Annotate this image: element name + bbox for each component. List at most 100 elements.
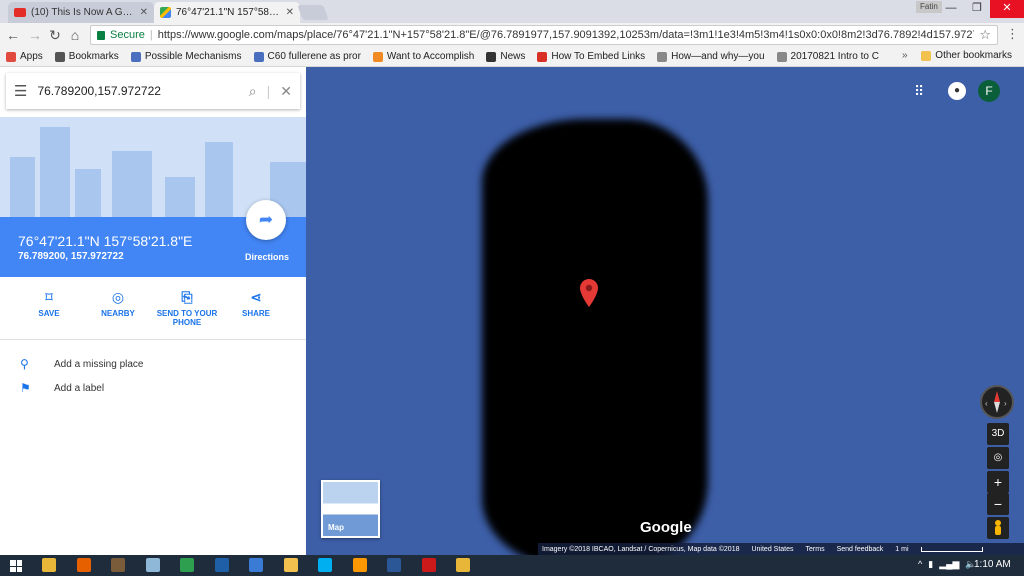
new-tab-button[interactable] — [297, 5, 329, 20]
taskbar-sublime-icon[interactable] — [352, 558, 367, 572]
nearby-button[interactable]: ◎ NEARBY — [83, 289, 153, 318]
directions-button[interactable]: ➦ — [246, 200, 286, 240]
other-bookmarks-folder[interactable]: Other bookmarks — [921, 50, 1012, 61]
nearby-icon: ◎ — [111, 289, 125, 305]
map-canvas[interactable]: ⠿ ● F ‹ › 3D ◎ + − Google Imagery ©2018 I… — [306, 67, 1024, 555]
clock[interactable]: 1:10 AM — [974, 559, 1011, 570]
bookmark-item[interactable]: 20170821 Intro to C — [771, 51, 885, 62]
nearby-label: NEARBY — [101, 309, 135, 318]
search-input[interactable] — [37, 84, 239, 98]
folder-icon — [921, 50, 932, 61]
bookmark-item[interactable]: Possible Mechanisms — [125, 51, 248, 62]
taskbar-media-player-icon[interactable] — [249, 558, 263, 572]
notifications-icon[interactable]: ● — [948, 82, 966, 100]
browser-tab-youtube[interactable]: (10) This Is Now A Globa ✕ — [8, 2, 154, 23]
send-to-phone-button[interactable]: ⎘ SEND TO YOUR PHONE — [152, 289, 222, 327]
pegman-icon[interactable] — [987, 517, 1009, 539]
taskbar-firefox-icon[interactable] — [76, 558, 91, 572]
terms-link[interactable]: Terms — [806, 546, 825, 553]
bookmark-item[interactable]: Want to Accomplish — [367, 51, 480, 62]
bookmark-item[interactable]: Apps — [0, 51, 49, 62]
3d-toggle-button[interactable]: 3D — [987, 423, 1009, 445]
map-credits-bar: Imagery ©2018 IBCAO, Landsat / Copernicu… — [538, 543, 1024, 555]
bookmark-star-icon[interactable]: ☆ — [979, 27, 991, 43]
account-avatar[interactable]: F — [978, 80, 1000, 102]
google-apps-icon[interactable]: ⠿ — [914, 83, 924, 100]
my-location-icon[interactable]: ◎ — [987, 447, 1009, 469]
action-row: ⌑ SAVE ◎ NEARBY ⎘ SEND TO YOUR PHONE ⋖ S… — [0, 285, 306, 340]
bookmark-favicon-icon — [776, 51, 787, 62]
close-tab-icon[interactable]: ✕ — [140, 7, 148, 18]
clear-search-icon[interactable]: ✕ — [280, 83, 292, 100]
taskbar-notepad-icon[interactable] — [145, 558, 160, 572]
bookmark-item[interactable]: News — [480, 51, 531, 62]
bookmark-label: Bookmarks — [68, 51, 119, 62]
browser-tab-maps[interactable]: 76°47'21.1"N 157°58'21.8 ✕ — [154, 2, 300, 23]
bookmark-item[interactable]: C60 fullerene as pror — [248, 51, 367, 62]
map-layer-toggle[interactable]: Map — [321, 480, 380, 538]
minimize-icon[interactable]: — — [938, 0, 964, 18]
compass-icon[interactable]: ‹ › — [980, 385, 1014, 419]
bookmark-favicon-icon — [372, 51, 383, 62]
restore-icon[interactable]: ❐ — [964, 0, 990, 18]
url-input[interactable]: Secure | https://www.google.com/maps/pla… — [90, 25, 998, 45]
google-maps-icon — [160, 7, 171, 18]
svg-text:‹: ‹ — [985, 399, 988, 408]
window-close-icon[interactable]: ✕ — [990, 0, 1024, 18]
taskbar-photo-viewer-icon[interactable] — [214, 558, 229, 572]
svg-text:›: › — [1004, 399, 1007, 408]
add-missing-place-item[interactable]: ⚲ Add a missing place — [20, 357, 144, 371]
send-feedback-link[interactable]: Send feedback — [837, 546, 884, 553]
bookmark-item[interactable]: How To Embed Links — [531, 51, 651, 62]
bookmark-favicon-icon — [486, 51, 497, 62]
bookmark-item[interactable]: How—and why—you — [651, 51, 770, 62]
close-tab-icon[interactable]: ✕ — [286, 7, 294, 18]
reload-icon[interactable]: ↻ — [46, 26, 64, 44]
divider: | — [149, 29, 153, 41]
taskbar-word-icon[interactable] — [387, 558, 401, 572]
layer-label: Map — [328, 523, 344, 532]
taskbar-gimp-icon[interactable] — [111, 558, 125, 572]
start-button[interactable] — [10, 560, 22, 572]
taskbar-calculator-icon[interactable] — [180, 558, 194, 572]
send-to-phone-label: SEND TO YOUR PHONE — [156, 309, 218, 327]
more-bookmarks-icon[interactable]: » — [902, 50, 908, 61]
scale-label[interactable]: 1 mi — [895, 546, 908, 553]
location-pin-icon[interactable] — [580, 279, 598, 310]
tray-expand-icon[interactable]: ^ — [918, 559, 922, 570]
menu-icon[interactable]: ☰ — [14, 82, 27, 100]
browser-menu-icon[interactable]: ⋮ — [1006, 26, 1019, 42]
list-item-label: Add a label — [54, 382, 105, 394]
bookmark-item[interactable]: Bookmarks — [49, 51, 125, 62]
bookmark-favicon-icon — [253, 51, 264, 62]
taskbar-chrome-active-icon[interactable] — [456, 558, 470, 572]
place-title: 76°47'21.1"N 157°58'21.8"E — [18, 233, 193, 249]
url-text[interactable]: https://www.google.com/maps/place/76°47'… — [158, 29, 975, 41]
taskbar-skype-icon[interactable] — [318, 558, 332, 572]
bookmark-label: Want to Accomplish — [386, 51, 475, 62]
add-label-item[interactable]: ⚑ Add a label — [20, 381, 104, 395]
list-item-label: Add a missing place — [54, 358, 144, 370]
taskbar-opera-icon[interactable] — [421, 558, 436, 572]
network-icon[interactable]: ▂▄▆ — [939, 559, 959, 570]
bookmark-icon: ⌑ — [45, 289, 53, 305]
taskbar-file-explorer-icon[interactable] — [283, 558, 298, 572]
bookmark-favicon-icon — [657, 51, 668, 62]
directions-label[interactable]: Directions — [232, 252, 302, 262]
forward-icon[interactable]: → — [26, 26, 44, 44]
save-button[interactable]: ⌑ SAVE — [14, 289, 84, 318]
share-icon: ⋖ — [250, 289, 262, 305]
dark-imagery-region — [482, 119, 708, 555]
home-icon[interactable]: ⌂ — [66, 26, 84, 44]
bookmark-label: How—and why—you — [671, 51, 765, 62]
other-bookmarks-label: Other bookmarks — [935, 50, 1012, 61]
share-button[interactable]: ⋖ SHARE — [221, 289, 291, 318]
battery-icon[interactable]: ▮ — [928, 559, 933, 570]
zoom-out-button[interactable]: − — [987, 493, 1009, 515]
back-icon[interactable]: ← — [4, 26, 22, 44]
bookmark-label: How To Embed Links — [551, 51, 646, 62]
zoom-in-button[interactable]: + — [987, 471, 1009, 493]
search-icon[interactable]: ⌕ — [249, 83, 257, 100]
taskbar-chrome-icon[interactable] — [42, 558, 56, 572]
region-label[interactable]: United States — [751, 546, 793, 553]
